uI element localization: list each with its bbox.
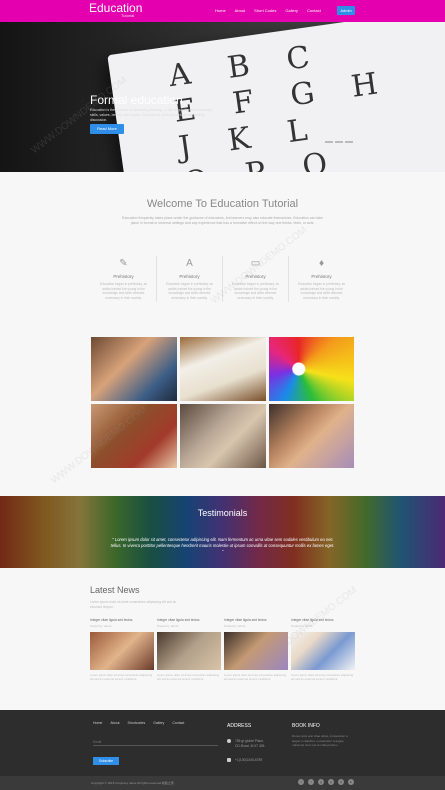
feature-title: Prehistory [311, 274, 332, 279]
slider-dot[interactable] [325, 141, 333, 143]
graduation-cap-icon: ♦ [318, 258, 325, 269]
slider-dots [325, 141, 353, 143]
education-homepage: Education Tutorial Home About Short Code… [0, 0, 445, 790]
menu-item-home[interactable]: Home [215, 8, 226, 13]
news-card-image[interactable] [224, 632, 288, 670]
slider-dot[interactable] [335, 141, 343, 143]
site-logo[interactable]: Education [89, 2, 142, 14]
twitter-icon[interactable]: t [308, 779, 314, 785]
news-card-meta: Posted by: admin [90, 624, 112, 628]
feature-item: ✎ Prehistory Education began in prehisto… [91, 256, 157, 302]
pencil-icon: ✎ [119, 258, 128, 269]
testimonials-title: Testimonials [197, 508, 248, 518]
subscribe-button[interactable]: Subscribe [93, 757, 119, 765]
phone-icon [227, 758, 231, 762]
feature-title: Prehistory [113, 274, 134, 279]
site-logo-subtitle: Tutorial [121, 13, 135, 18]
feature-text: Education began in prehistory, as adults… [165, 282, 214, 300]
feature-title: Prehistory [245, 274, 266, 279]
testimonials-banner [0, 496, 445, 568]
news-card-meta: Posted by: admin [291, 624, 313, 628]
gallery-photo-desk-notebook[interactable] [180, 337, 266, 401]
phone-number: +1(100)2345-6789 [235, 758, 263, 762]
pinterest-icon[interactable]: p [328, 779, 334, 785]
testimonial-quote: " Lorem ipsum dolor sit amet, consectetu… [110, 537, 335, 554]
top-nav-bar: Education Tutorial Home About Short Code… [0, 0, 445, 22]
gallery-photo-girl-reading[interactable] [180, 404, 266, 468]
gallery-photo-child-drawing[interactable] [91, 404, 177, 468]
address-heading: ADDRESS [227, 723, 252, 729]
dribbble-icon[interactable]: d [338, 779, 344, 785]
news-card-meta: Posted by: admin [224, 624, 246, 628]
facebook-icon[interactable]: f [298, 779, 304, 785]
read-more-button[interactable]: Read More [90, 124, 124, 134]
feature-text: Education began in prehistory, as adults… [231, 282, 280, 300]
feature-item: ♦ Prehistory Education began in prehisto… [289, 256, 354, 302]
menu-item-about[interactable]: About [235, 8, 245, 13]
newsletter-email-input[interactable]: Email [93, 738, 218, 746]
feature-text: Education began in prehistory, as adults… [99, 282, 148, 300]
news-card[interactable]: Integer vitae ligula sed lectus Posted b… [90, 618, 154, 681]
welcome-text: Education frequently takes place under t… [122, 216, 323, 225]
feature-item: ▭ Prehistory Education began in prehisto… [223, 256, 289, 302]
bottom-bar [0, 776, 445, 790]
social-links: f t g p d in [298, 779, 354, 785]
features-row: ✎ Prehistory Education began in prehisto… [91, 256, 354, 302]
address-text: 756 gt globel Place, CD-Road, M 07 435. [235, 739, 265, 749]
feature-title: Prehistory [179, 274, 200, 279]
footer-link-gallery[interactable]: Gallery [153, 721, 164, 725]
welcome-title: Welcome To Education Tutorial [146, 198, 299, 210]
news-list: Integer vitae ligula sed lectus Posted b… [90, 618, 355, 681]
map-pin-icon [227, 739, 231, 743]
gallery-photo-girl-writing[interactable] [269, 404, 354, 468]
copyright-text: Copyright © 2016 Company name All rights… [91, 781, 174, 785]
footer-link-shortcodes[interactable]: Shortcodes [128, 721, 146, 725]
google-plus-icon[interactable]: g [318, 779, 324, 785]
gallery-photo-kids-computer[interactable] [91, 337, 177, 401]
news-title: Latest News [90, 585, 140, 595]
news-card-text: Lorem ipsum dolor sit amet consectetur a… [291, 673, 354, 681]
menu-item-contact[interactable]: Contact [307, 8, 321, 13]
news-card-meta: Posted by: admin [157, 624, 179, 628]
news-card-image[interactable] [291, 632, 355, 670]
news-subtitle: Lorem ipsum dolor sit amet consectetur a… [90, 600, 177, 609]
feature-item: A Prehistory Education began in prehisto… [157, 256, 223, 302]
gallery-photo-color-pencils[interactable] [269, 337, 354, 401]
news-card-image[interactable] [157, 632, 221, 670]
footer [0, 710, 445, 776]
address-line: CD-Road, M 07 435. [235, 744, 266, 748]
testimonials-overlay [0, 496, 445, 568]
main-menu: Home About Short Codes Gallery Contact [215, 8, 321, 13]
news-card-image[interactable] [90, 632, 154, 670]
book-info-text: Donec quis erat vitae tellus, consectetu… [292, 734, 348, 747]
admin-button[interactable]: Admin [337, 6, 355, 15]
monitor-icon: ▭ [250, 258, 261, 269]
footer-link-about[interactable]: About [110, 721, 119, 725]
linkedin-icon[interactable]: in [348, 779, 354, 785]
feature-text: Education began in prehistory, as adults… [297, 282, 346, 300]
book-info-heading: BOOK INFO [292, 723, 320, 729]
hero-title: Formal education [90, 93, 183, 107]
footer-menu: Home About Shortcodes Gallery Contact [93, 721, 184, 725]
news-card-text: Lorem ipsum dolor sit amet consectetur a… [224, 673, 287, 681]
menu-item-gallery[interactable]: Gallery [285, 8, 298, 13]
letter-a-icon: A [186, 258, 193, 269]
hero-text: Education is the process of facilitating… [90, 108, 213, 122]
footer-link-contact[interactable]: Contact [172, 721, 184, 725]
news-card-text: Lorem ipsum dolor sit amet consectetur a… [157, 673, 220, 681]
news-card[interactable]: Integer vitae ligula sed lectus Posted b… [157, 618, 221, 681]
hero-banner: A B C E F G H J K L O P Q [0, 22, 445, 172]
news-card[interactable]: Integer vitae ligula sed lectus Posted b… [291, 618, 355, 681]
footer-link-home[interactable]: Home [93, 721, 102, 725]
menu-item-short-codes[interactable]: Short Codes [254, 8, 276, 13]
news-card-text: Lorem ipsum dolor sit amet consectetur a… [90, 673, 153, 681]
slider-dot[interactable] [345, 141, 353, 143]
photo-gallery [91, 337, 354, 468]
news-card[interactable]: Integer vitae ligula sed lectus Posted b… [224, 618, 288, 681]
